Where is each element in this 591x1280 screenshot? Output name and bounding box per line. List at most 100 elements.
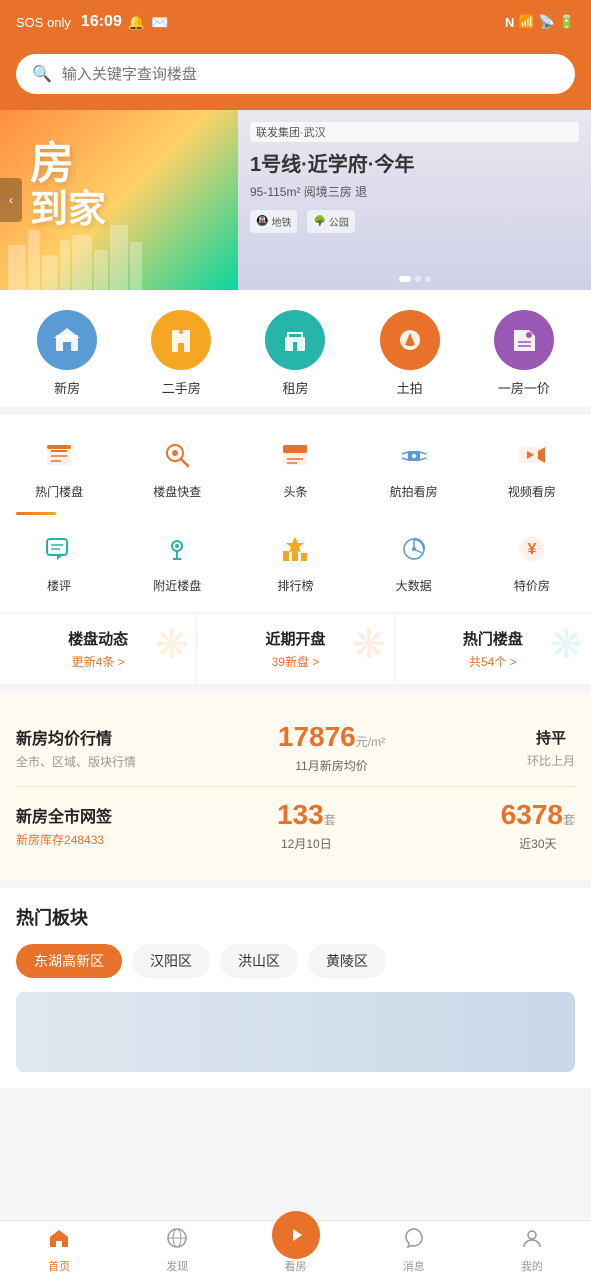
banner-subtitle: 95-115m² 阅境三房 退 (250, 183, 579, 200)
one-price-icon (494, 310, 554, 370)
home-icon (48, 1227, 70, 1255)
aerial-icon (392, 433, 436, 477)
tab-hot[interactable]: 热门楼盘 共54个 > ❋ (395, 614, 591, 684)
price-status-sub: 环比上月 (527, 752, 575, 769)
nav-watch[interactable]: 看房 (236, 1221, 354, 1280)
grid-reviews[interactable]: 楼评 (0, 527, 118, 594)
svg-text:¥: ¥ (527, 541, 536, 558)
nearby-icon (155, 527, 199, 571)
banner-prev-arrow[interactable]: ‹ (0, 178, 22, 222)
mail-icon: ✉️ (151, 14, 168, 31)
price-right-1: 持平 环比上月 (527, 727, 575, 769)
watch-button[interactable] (272, 1211, 320, 1259)
banner-dot-1 (399, 276, 411, 282)
mine-icon (521, 1227, 543, 1255)
nav-watch-label: 看房 (285, 1258, 307, 1274)
header: 🔍 (0, 44, 591, 110)
ranking-label: 排行榜 (277, 577, 313, 594)
nav-message[interactable]: 消息 (355, 1221, 473, 1280)
hot-property-label: 热门楼盘 (35, 483, 83, 500)
grid-nearby[interactable]: 附近楼盘 (118, 527, 236, 594)
nav-home[interactable]: 首页 (0, 1221, 118, 1280)
price-center-2a: 133套 12月10日 (277, 799, 336, 852)
price-title-2: 新房全市网签 (16, 803, 112, 827)
banner-dot-3 (425, 276, 431, 282)
wifi-icon: 📡 (539, 14, 555, 30)
nfc-icon: N (505, 15, 514, 30)
grid-ranking[interactable]: 排行榜 (236, 527, 354, 594)
signal-icon: 📶 (518, 14, 534, 30)
district-hongshan[interactable]: 洪山区 (220, 944, 298, 978)
section-divider (0, 508, 591, 519)
main-categories: 新房 二手房 租房 土拍 (0, 290, 591, 407)
special-icon: ¥ (510, 527, 554, 571)
price-date-1: 11月新房均价 (278, 757, 385, 774)
price-date-2b: 近30天 (501, 835, 575, 852)
price-section: 新房均价行情 全市、区域、版块行情 17876元/m² 11月新房均价 持平 环… (0, 693, 591, 880)
nav-mine-label: 我的 (521, 1258, 543, 1274)
headline-icon (273, 433, 317, 477)
tab-opening[interactable]: 近期开盘 39新盘 > ❋ (197, 614, 394, 684)
quick-check-label: 楼盘快查 (153, 483, 201, 500)
property-preview-card[interactable] (16, 992, 575, 1072)
category-second-hand[interactable]: 二手房 (151, 310, 211, 397)
new-home-icon (37, 310, 97, 370)
banner: 房 到家 联发集团·武汉 1号线·近学府·今年 95-115m² 阅境三房 退 … (0, 110, 591, 290)
notification-icon: 🔔 (128, 14, 145, 31)
ranking-icon (273, 527, 317, 571)
category-one-price[interactable]: 一房一价 (494, 310, 554, 397)
grid-bigdata[interactable]: 大数据 (355, 527, 473, 594)
search-bar[interactable]: 🔍 (16, 54, 575, 94)
category-land[interactable]: 土拍 (380, 310, 440, 397)
grid-row-2: 楼评 附近楼盘 排行榜 (0, 519, 591, 602)
banner-right[interactable]: 联发集团·武汉 1号线·近学府·今年 95-115m² 阅境三房 退 🚇地铁 🌳… (238, 110, 591, 290)
grid-special[interactable]: ¥ 特价房 (473, 527, 591, 594)
price-left-2: 新房全市网签 新房库存248433 (16, 803, 112, 848)
banner-title: 1号线·近学府·今年 (250, 148, 579, 177)
bigdata-label: 大数据 (396, 577, 432, 594)
hot-deco-icon: ❋ (549, 622, 583, 668)
hot-blocks-title: 热门板块 (16, 904, 575, 930)
price-left-1: 新房均价行情 全市、区域、版块行情 (16, 725, 136, 770)
sos-text: SOS only (16, 15, 71, 30)
nav-home-label: 首页 (48, 1258, 70, 1274)
dynamics-deco-icon: ❋ (155, 622, 189, 668)
battery-icon: 🔋 (559, 14, 575, 30)
nav-discover-label: 发现 (166, 1258, 188, 1274)
banner-left[interactable]: 房 到家 (0, 110, 238, 290)
bottom-nav: 首页 发现 看房 消息 (0, 1220, 591, 1280)
price-row-2[interactable]: 新房全市网签 新房库存248433 133套 12月10日 6378套 近30天 (16, 786, 575, 864)
price-status: 持平 (527, 727, 575, 748)
grid-video[interactable]: 视频看房 (473, 433, 591, 500)
price-value-1: 17876元/m² (278, 721, 385, 753)
grid-headline[interactable]: 头条 (236, 433, 354, 500)
grid-aerial[interactable]: 航拍看房 (355, 433, 473, 500)
category-new-home[interactable]: 新房 (37, 310, 97, 397)
property-tabs: 楼盘动态 更新4条 > ❋ 近期开盘 39新盘 > ❋ 热门楼盘 共54个 > … (0, 614, 591, 685)
grid-hot-property[interactable]: 热门楼盘 (0, 433, 118, 500)
message-icon (403, 1227, 425, 1255)
video-icon (510, 433, 554, 477)
tab-dynamics[interactable]: 楼盘动态 更新4条 > ❋ (0, 614, 197, 684)
category-rent[interactable]: 租房 (265, 310, 325, 397)
nav-discover[interactable]: 发现 (118, 1221, 236, 1280)
status-time: 16:09 (81, 13, 122, 31)
grid-quick-check[interactable]: 楼盘快查 (118, 433, 236, 500)
nav-mine[interactable]: 我的 (473, 1221, 591, 1280)
opening-deco-icon: ❋ (352, 622, 386, 668)
price-row-1[interactable]: 新房均价行情 全市、区域、版块行情 17876元/m² 11月新房均价 持平 环… (16, 709, 575, 786)
new-home-label: 新房 (54, 378, 80, 397)
headline-label: 头条 (283, 483, 307, 500)
aerial-label: 航拍看房 (390, 483, 438, 500)
district-hanyang[interactable]: 汉阳区 (132, 944, 210, 978)
hot-blocks-section: 热门板块 东湖高新区 汉阳区 洪山区 黄陵区 (0, 888, 591, 1088)
secondary-grid: 热门楼盘 楼盘快查 头条 (0, 415, 591, 612)
bigdata-icon (392, 527, 436, 571)
district-huangling[interactable]: 黄陵区 (308, 944, 386, 978)
price-sub-2: 新房库存248433 (16, 831, 112, 848)
status-bar: SOS only 16:09 🔔 ✉️ N 📶 📡 🔋 (0, 0, 591, 44)
search-input[interactable] (62, 66, 559, 83)
district-donghu[interactable]: 东湖高新区 (16, 944, 122, 978)
land-label: 土拍 (397, 378, 423, 397)
grid-row-1: 热门楼盘 楼盘快查 头条 (0, 425, 591, 508)
